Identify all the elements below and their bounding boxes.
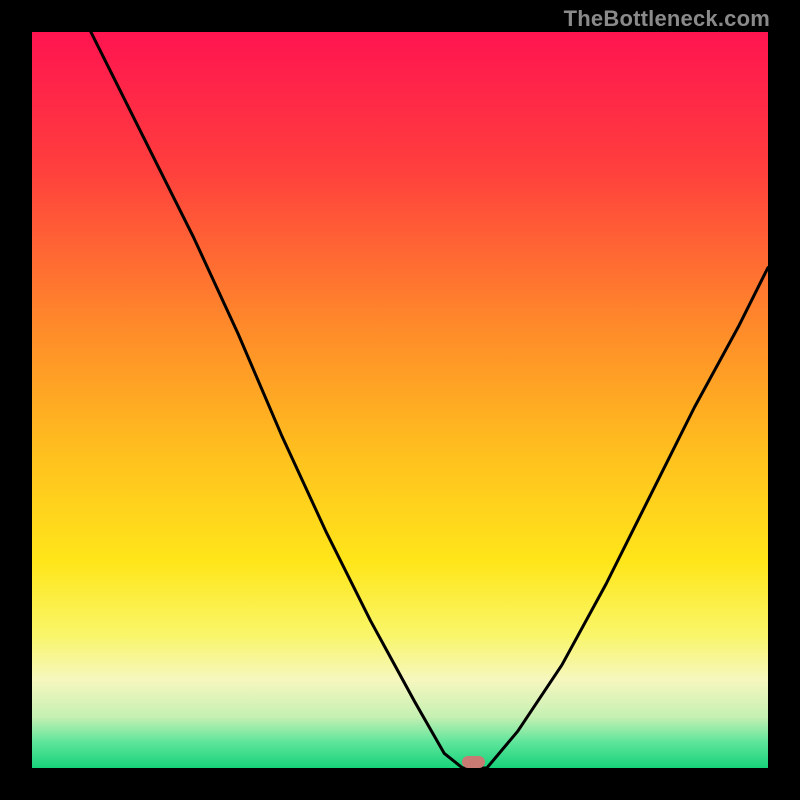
- bottleneck-curve: [32, 32, 768, 768]
- plot-area: [32, 32, 768, 768]
- watermark-text: TheBottleneck.com: [564, 6, 770, 32]
- optimal-marker: [462, 756, 486, 768]
- chart-frame: TheBottleneck.com: [0, 0, 800, 800]
